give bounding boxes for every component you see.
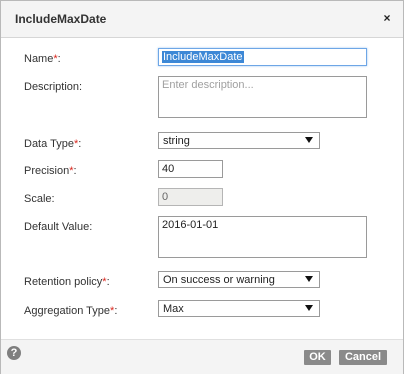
- title-bar: IncludeMaxDate ×: [1, 1, 403, 38]
- aggregation-select[interactable]: Max: [158, 300, 320, 317]
- name-input-value: IncludeMaxDate: [162, 51, 244, 63]
- description-label: Description:: [24, 81, 83, 93]
- description-placeholder: Enter description...: [162, 79, 254, 91]
- dialog-title: IncludeMaxDate: [15, 12, 107, 26]
- dropdown-arrow-icon: [305, 276, 313, 282]
- close-icon[interactable]: ×: [379, 10, 395, 26]
- precision-label: Precision*:: [24, 165, 77, 177]
- name-input[interactable]: IncludeMaxDate: [158, 48, 367, 66]
- default-value-label: Default Value:: [24, 221, 93, 233]
- cancel-button[interactable]: Cancel: [339, 350, 387, 365]
- description-textarea[interactable]: Enter description...: [158, 76, 367, 118]
- default-value-textarea[interactable]: 2016-01-01: [158, 216, 367, 258]
- retention-label: Retention policy*:: [24, 276, 110, 288]
- default-value: 2016-01-01: [162, 219, 219, 231]
- help-icon[interactable]: ?: [7, 346, 21, 360]
- scale-value: 0: [162, 191, 169, 203]
- retention-select[interactable]: On success or warning: [158, 271, 320, 288]
- aggregation-label: Aggregation Type*:: [24, 305, 118, 317]
- retention-value: On success or warning: [163, 274, 275, 286]
- aggregation-value: Max: [163, 303, 184, 315]
- datatype-value: string: [163, 135, 190, 147]
- name-label: Name*:: [24, 53, 61, 65]
- precision-input[interactable]: 40: [158, 160, 223, 178]
- scale-input: 0: [158, 188, 223, 206]
- dropdown-arrow-icon: [305, 305, 313, 311]
- dropdown-arrow-icon: [305, 137, 313, 143]
- datatype-select[interactable]: string: [158, 132, 320, 149]
- precision-value: 40: [162, 163, 175, 175]
- dialog: IncludeMaxDate × Name*: IncludeMaxDate D…: [0, 0, 404, 374]
- dialog-footer: ? OK Cancel: [1, 339, 403, 374]
- scale-label: Scale:: [24, 193, 55, 205]
- datatype-label: Data Type*:: [24, 138, 82, 150]
- ok-button[interactable]: OK: [304, 350, 331, 365]
